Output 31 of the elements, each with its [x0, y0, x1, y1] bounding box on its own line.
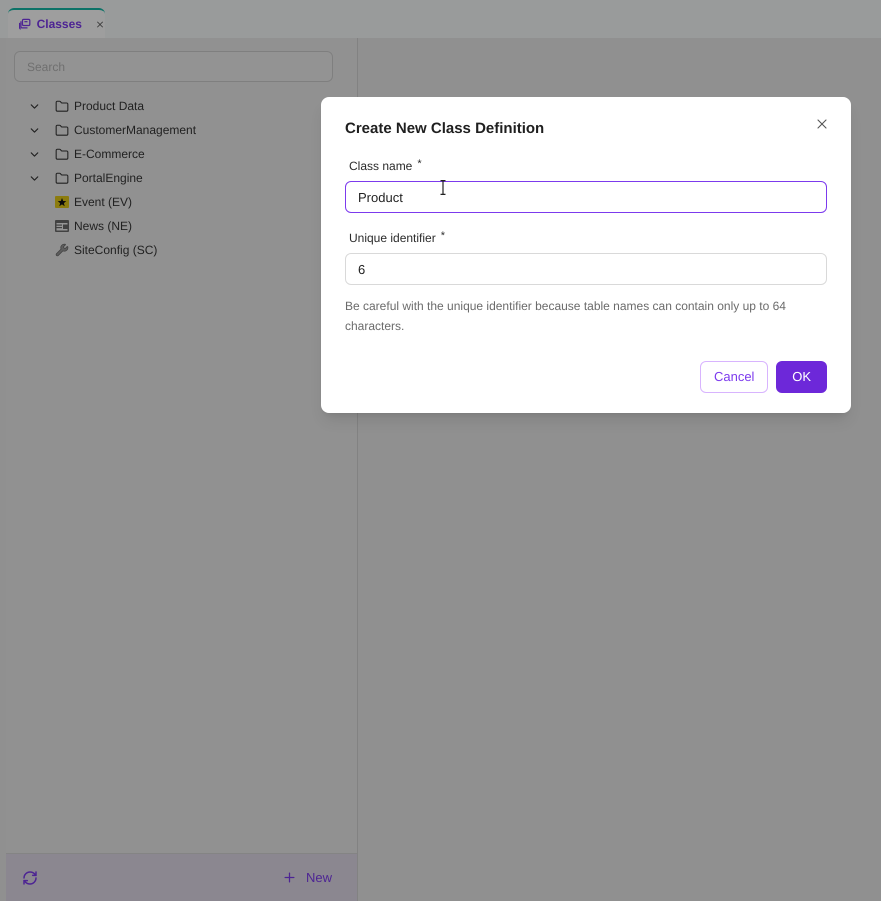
- star-tile-icon: [55, 196, 69, 208]
- new-button[interactable]: New: [282, 868, 332, 888]
- tree-item[interactable]: News (NE): [74, 217, 132, 235]
- field-label: Class name: [349, 158, 412, 175]
- field-label: Unique identifier: [349, 230, 436, 247]
- required-mark: *: [417, 157, 422, 171]
- newspaper-icon: [55, 220, 69, 232]
- tree-item[interactable]: SiteConfig (SC): [74, 241, 158, 259]
- required-mark: *: [440, 229, 445, 243]
- tree-item[interactable]: E-Commerce: [74, 145, 145, 163]
- folder-icon: [55, 146, 69, 162]
- text-input[interactable]: 6: [345, 253, 827, 285]
- folder-icon: [55, 170, 69, 186]
- ok-button[interactable]: OK: [776, 361, 827, 393]
- folder-icon: [55, 98, 69, 114]
- plus-icon: [282, 870, 297, 885]
- stacked-pages-icon: [19, 17, 31, 31]
- tree-item[interactable]: PortalEngine: [74, 169, 143, 187]
- tree-item[interactable]: Event (EV): [74, 193, 132, 211]
- refresh-button[interactable]: [22, 870, 38, 886]
- folder-icon: [55, 122, 69, 138]
- text-cursor-icon: [440, 180, 446, 195]
- cancel-button[interactable]: Cancel: [700, 361, 768, 393]
- text-input[interactable]: Product: [345, 181, 827, 213]
- tree-item[interactable]: Product Data: [74, 97, 144, 115]
- dialog-title: Create New Class Definition: [345, 119, 544, 139]
- tree-item[interactable]: CustomerManagement: [74, 121, 196, 139]
- wrench-icon: [55, 243, 69, 257]
- tab[interactable]: Classes: [8, 8, 105, 38]
- refresh-icon: [22, 870, 38, 886]
- hint-text: Be careful with the unique identifier because table names can contain only up to 64 characters.: [345, 298, 787, 335]
